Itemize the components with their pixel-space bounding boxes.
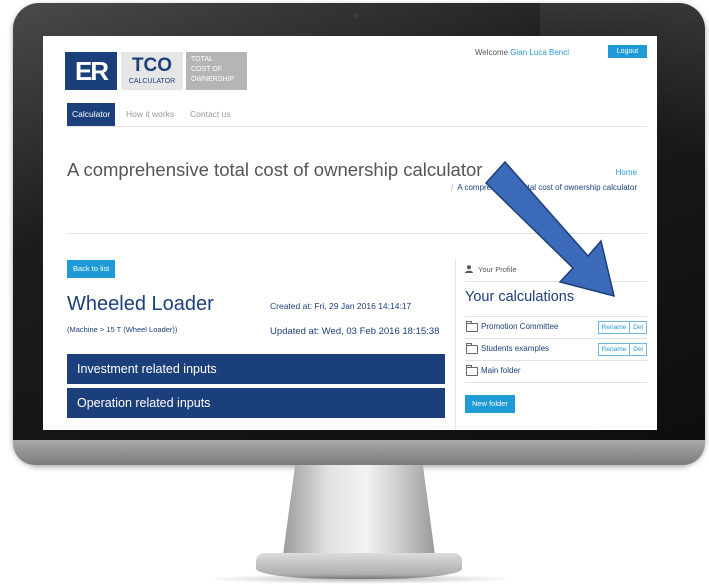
machine-category: (Machine > 15 T (Wheel Loader)) xyxy=(67,325,178,334)
logo-total-cost: TOTAL COST OF OWNERSHIP xyxy=(186,52,247,90)
folder-icon xyxy=(466,343,478,354)
created-timestamp: Created at: Fri, 29 Jan 2016 14:14:17 xyxy=(270,301,412,311)
user-name-link[interactable]: Gian Luca Benci xyxy=(510,48,569,57)
folder-actions: Rename Del xyxy=(597,321,647,334)
breadcrumb-home[interactable]: Home xyxy=(616,168,637,177)
title-divider xyxy=(67,233,647,234)
nav-contact-us[interactable]: Contact us xyxy=(190,103,231,126)
nav-how-it-works[interactable]: How it works xyxy=(126,103,174,126)
breadcrumb-current: / A comprehensive total cost of ownership… xyxy=(451,183,637,192)
screen: ER TCO CALCULATOR TOTAL COST OF OWNERSHI… xyxy=(43,36,657,430)
delete-button[interactable]: Del xyxy=(629,344,646,355)
profile-divider xyxy=(465,281,647,282)
back-to-list-button[interactable]: Back to list xyxy=(67,260,116,278)
logo-total-line: TOTAL xyxy=(191,56,213,63)
your-profile-link[interactable]: Your Profile xyxy=(465,265,517,274)
rename-button[interactable]: Rename xyxy=(599,322,630,333)
user-icon xyxy=(465,265,473,273)
folder-row[interactable]: Main folder xyxy=(465,361,647,383)
logout-button[interactable]: Logout xyxy=(608,45,647,58)
monitor-stand-neck xyxy=(283,465,435,555)
page-title: A comprehensive total cost of ownership … xyxy=(67,159,483,180)
webcam-dot xyxy=(354,13,359,18)
folder-name[interactable]: Students examples xyxy=(481,344,549,353)
new-folder-button[interactable]: New folder xyxy=(465,395,515,413)
folder-icon xyxy=(466,365,478,376)
your-profile-label: Your Profile xyxy=(478,265,517,274)
breadcrumb-separator: / xyxy=(451,183,454,192)
main-nav: Calculator How it works Contact us xyxy=(67,103,267,126)
section-investment-inputs[interactable]: Investment related inputs xyxy=(67,354,445,384)
logo-ownership-line: OWNERSHIP xyxy=(191,76,235,83)
welcome-label: Welcome xyxy=(474,48,509,57)
folder-name[interactable]: Main folder xyxy=(481,366,521,375)
folder-actions: Rename Del xyxy=(597,343,647,356)
folder-row[interactable]: Promotion Committee Rename Del xyxy=(465,317,647,339)
rename-button[interactable]: Rename xyxy=(599,344,630,355)
logo-tco[interactable]: TCO CALCULATOR xyxy=(121,52,183,90)
nav-calculator[interactable]: Calculator xyxy=(67,103,116,126)
stand-shadow xyxy=(200,574,518,584)
updated-timestamp: Updated at: Wed, 03 Feb 2016 18:15:38 xyxy=(270,326,440,337)
logo-costof-line: COST OF xyxy=(191,66,222,73)
logo-er-mark[interactable]: ER xyxy=(65,52,117,90)
monitor-chin xyxy=(13,440,705,465)
machine-title: Wheeled Loader xyxy=(67,293,214,315)
delete-button[interactable]: Del xyxy=(629,322,646,333)
breadcrumb-current-label: A comprehensive total cost of ownership … xyxy=(457,183,637,192)
sidebar-divider xyxy=(455,259,456,430)
section-operation-inputs[interactable]: Operation related inputs xyxy=(67,388,445,418)
logo-calculator-text: CALCULATOR xyxy=(128,78,176,85)
folder-row[interactable]: Students examples Rename Del xyxy=(465,339,647,361)
folder-name[interactable]: Promotion Committee xyxy=(481,322,558,331)
logo-tco-text: TCO xyxy=(131,55,173,76)
folder-icon xyxy=(466,321,478,332)
nav-divider xyxy=(67,126,647,127)
welcome-text: Welcome Gian Luca Benci xyxy=(475,48,569,57)
your-calculations-heading: Your calculations xyxy=(465,289,575,305)
